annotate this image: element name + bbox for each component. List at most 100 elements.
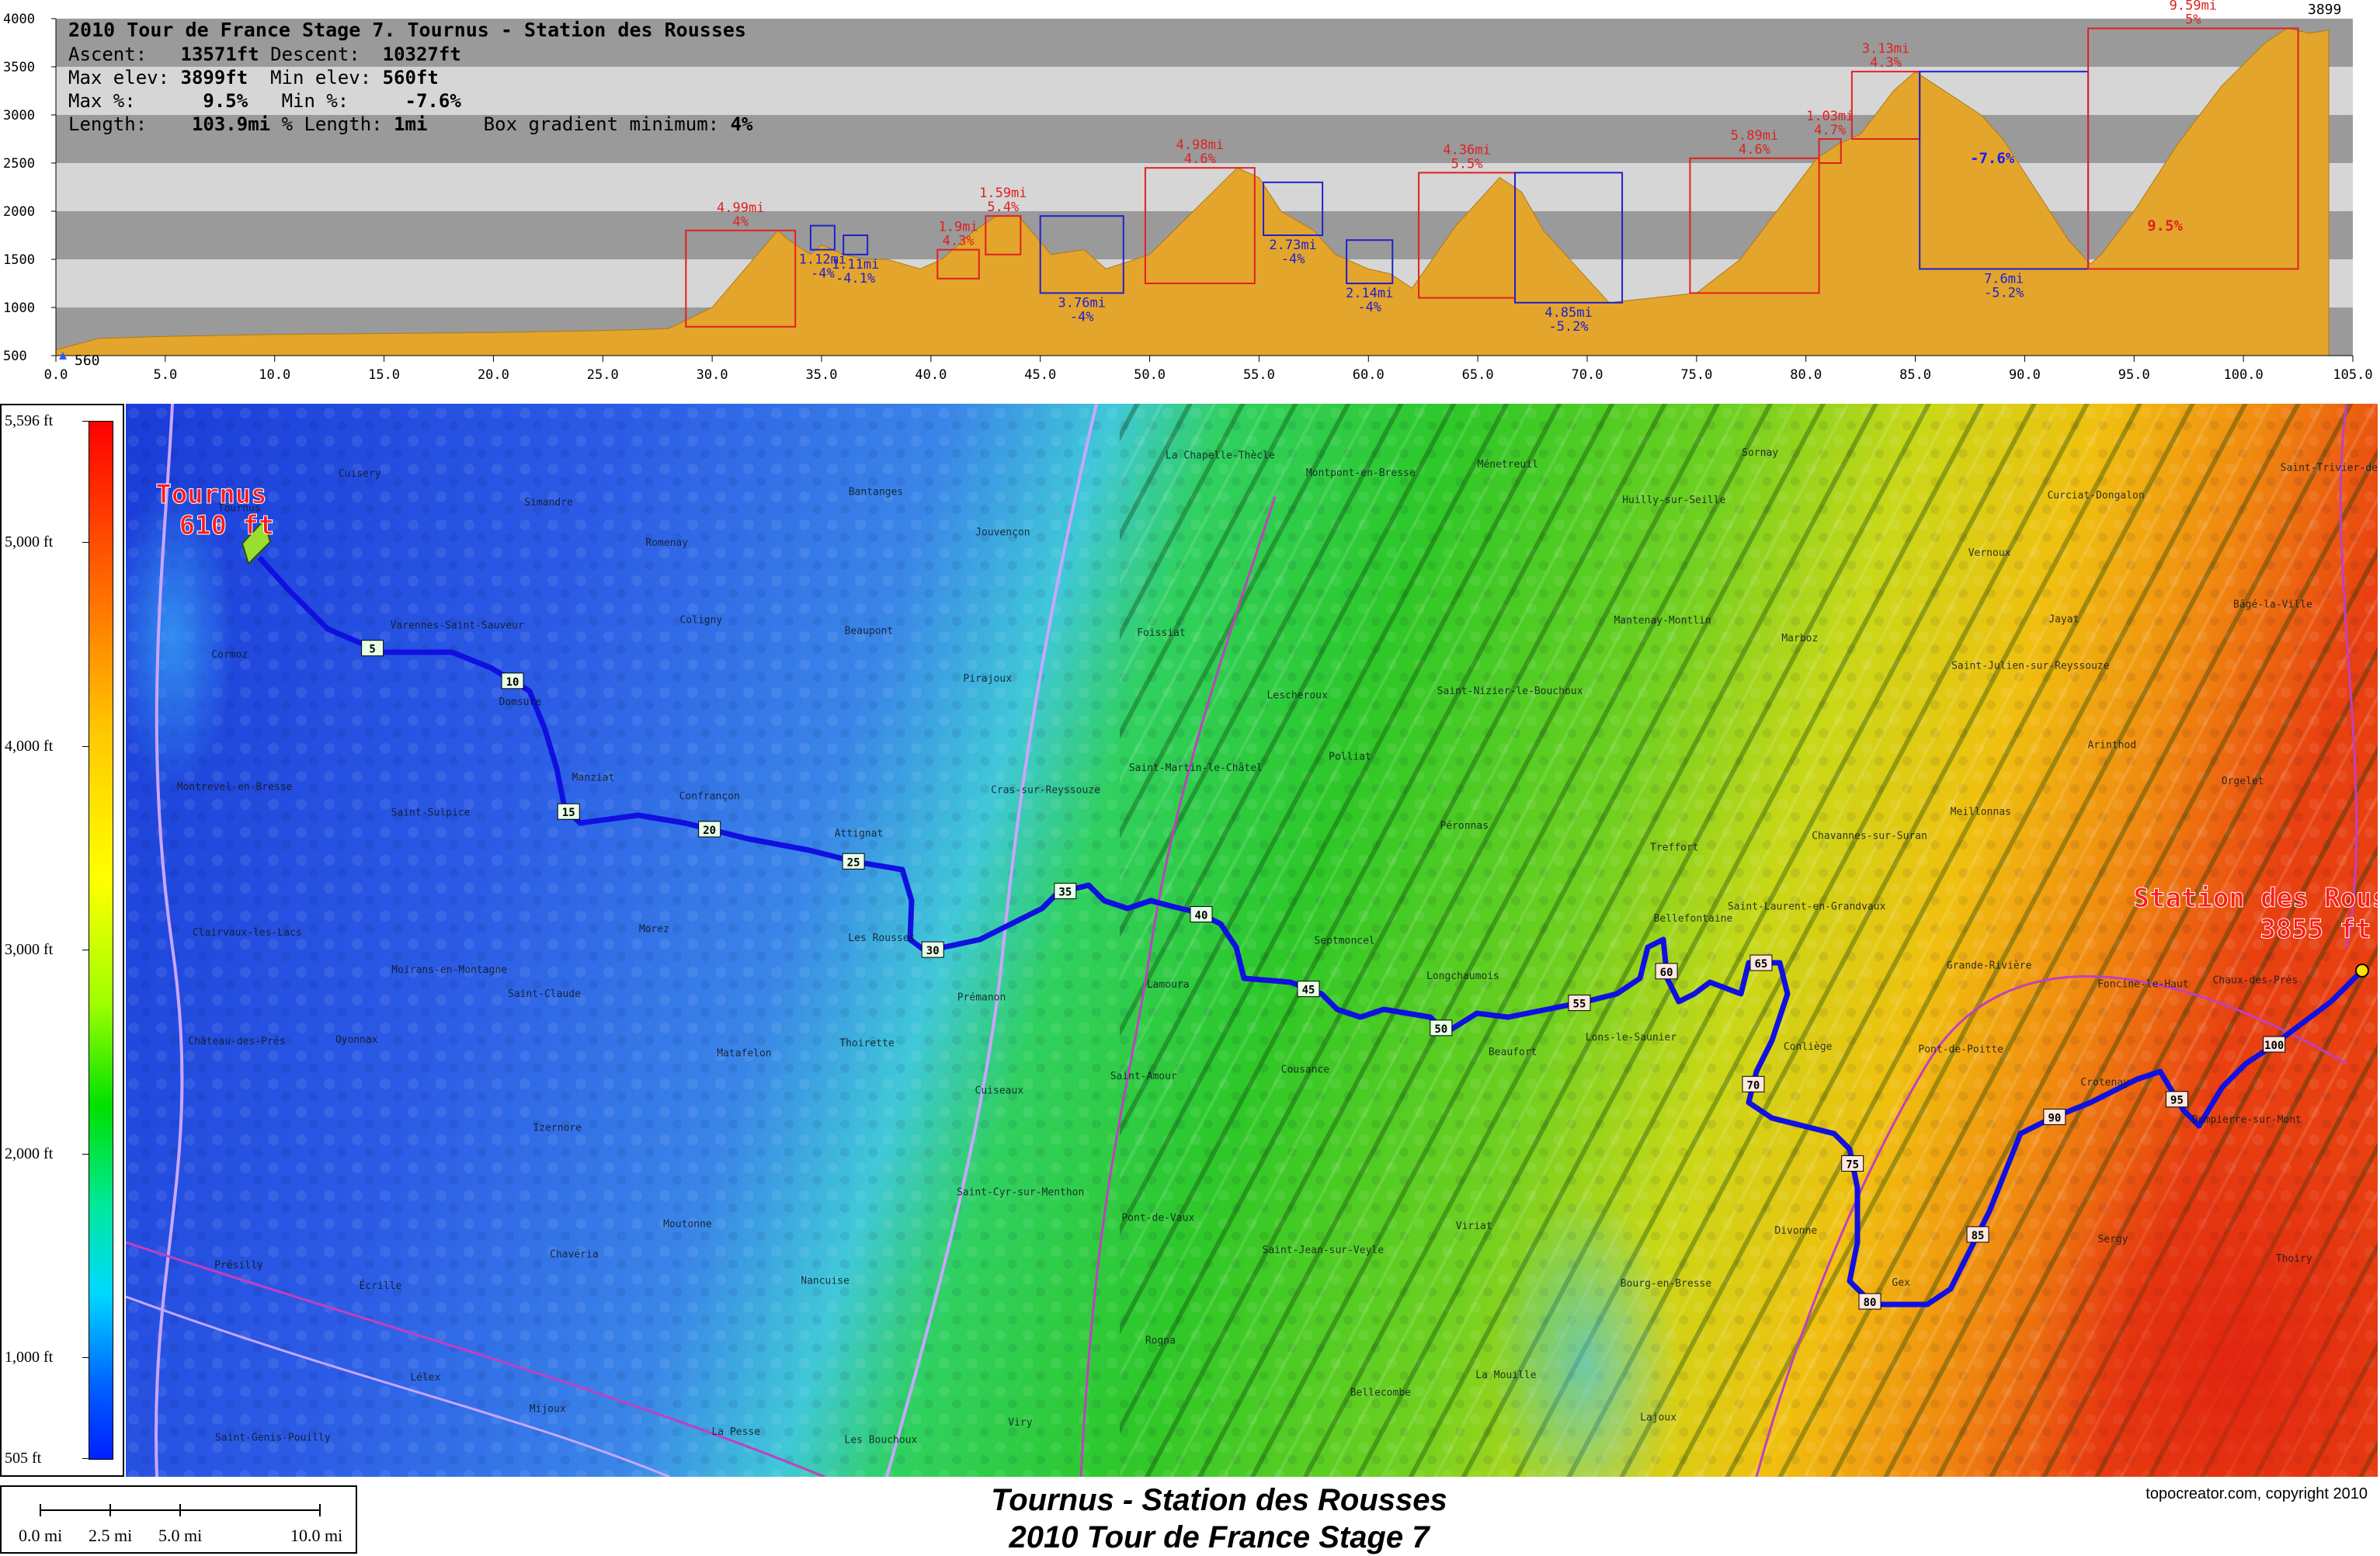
- legend-tick-label: 2,000 ft: [5, 1144, 54, 1162]
- x-tick-label: 85.0: [1899, 367, 1931, 383]
- finish-town-name: Station des Rousses: [2134, 883, 2378, 914]
- y-tick-label: 3000: [3, 108, 35, 123]
- place-name: Gex: [1892, 1277, 1910, 1289]
- place-name: Grande-Rivière: [1947, 960, 2032, 972]
- x-tick-label: 60.0: [1353, 367, 1385, 383]
- scale-label-0: 0.0 mi: [19, 1526, 63, 1545]
- place-name: Chavannes-sur-Suran: [1812, 830, 1927, 842]
- place-name: Simandre: [524, 497, 573, 509]
- mile-marker: 75: [1841, 1155, 1864, 1172]
- mile-marker: 25: [842, 853, 865, 870]
- place-name: Beaupont: [845, 625, 894, 637]
- place-name: Conliège: [1784, 1041, 1833, 1053]
- place-name: Rogna: [1145, 1335, 1176, 1347]
- place-name: La Mouille: [1475, 1370, 1536, 1381]
- x-tick-label: 50.0: [1134, 367, 1166, 383]
- mile-marker: 10: [501, 672, 524, 689]
- place-name: Saint-Amour: [1110, 1071, 1177, 1082]
- legend-color-bar: [89, 421, 113, 1460]
- place-name: Les Bouchoux: [844, 1435, 917, 1447]
- x-tick-label: 100.0: [2224, 367, 2264, 383]
- svg-text:50: 50: [1434, 1023, 1447, 1036]
- legend-tick-label: 505 ft: [5, 1450, 42, 1467]
- legend-tick: [82, 542, 89, 544]
- place-name: Prémanon: [957, 992, 1006, 1004]
- mile-marker: 15: [557, 803, 580, 820]
- max-elev-value: 3899ft: [180, 67, 248, 89]
- start-elevation-label: 560: [75, 353, 100, 369]
- place-name: Curciat-Dongalon: [2047, 490, 2144, 502]
- svg-text:70: 70: [1747, 1079, 1760, 1092]
- svg-text:35: 35: [1058, 887, 1072, 899]
- place-name: Romenay: [645, 537, 688, 549]
- place-name: Saint-Nizier-le-Bouchoux: [1437, 686, 1583, 697]
- place-name: Présilly: [214, 1259, 263, 1271]
- place-name: Septmoncel: [1314, 936, 1374, 947]
- profile-title: 2010 Tour de France Stage 7. Tournus - S…: [68, 19, 746, 41]
- place-name: Lons-le-Saunier: [1586, 1032, 1677, 1044]
- scale-label-1: 2.5 mi: [89, 1526, 133, 1545]
- stats-row-1: Ascent: 13571ft Descent: 10327ft: [68, 43, 461, 65]
- box-gradient-label: -4%: [1357, 300, 1381, 315]
- min-elev-value: 560ft: [382, 67, 439, 89]
- box-distance-label: 3.13mi: [1862, 41, 1909, 57]
- gradient-annotation: 9.5%: [2147, 217, 2183, 234]
- scale-label-2: 5.0 mi: [158, 1526, 203, 1545]
- legend-tick-label: 3,000 ft: [5, 941, 54, 959]
- place-name: Saint-Laurent-en-Grandvaux: [1728, 901, 1886, 913]
- svg-text:40: 40: [1195, 909, 1208, 922]
- place-name: Coligny: [679, 615, 722, 627]
- start-town-name: Tournus: [155, 479, 266, 510]
- place-name: Bâgé-la-Ville: [2233, 599, 2312, 611]
- mile-marker: 95: [2165, 1091, 2188, 1108]
- place-name: Thoirette: [839, 1037, 895, 1049]
- legend-tick: [82, 1153, 89, 1155]
- legend-tick: [82, 421, 89, 422]
- legend-tick-label: 5,596 ft: [5, 412, 54, 429]
- place-name: Beaufort: [1489, 1047, 1537, 1058]
- y-tick-label: 500: [3, 349, 27, 364]
- y-tick-label: 2500: [3, 156, 35, 172]
- stats-row-3: Max %: 9.5% Min %: -7.6%: [68, 90, 461, 112]
- x-tick-label: 10.0: [259, 367, 290, 383]
- box-min-value: 4%: [730, 113, 753, 135]
- box-distance-label: 4.85mi: [1544, 305, 1592, 321]
- terrain-map[interactable]: 5 10 15 20 25 30 35 40 45 50 55 60 65 70 75 80 85 90 95 100…: [126, 404, 2378, 1477]
- place-name: Ménetreuil: [1478, 459, 1538, 471]
- mile-marker: 85: [1966, 1226, 1989, 1243]
- legend-tick: [82, 1357, 89, 1359]
- mile-marker: 35: [1054, 883, 1077, 900]
- place-name: Les Rousses: [848, 933, 915, 944]
- place-name: Bantanges: [849, 487, 903, 498]
- box-gradient-label: 4.3%: [943, 234, 975, 249]
- map-title: Tournus - Station des Rousses 2010 Tour …: [808, 1481, 1631, 1556]
- place-name: Cormoz: [211, 649, 248, 661]
- place-name: Viry: [1008, 1417, 1032, 1429]
- x-tick-label: 105.0: [2333, 367, 2372, 383]
- place-name: Pont-de-Vaux: [1121, 1213, 1194, 1224]
- ascent-value: 13571ft: [180, 43, 259, 65]
- place-name: Saint-Sulpice: [391, 808, 471, 819]
- box-gradient-label: -5.2%: [1548, 319, 1588, 335]
- descent-value: 10327ft: [382, 43, 461, 65]
- y-tick-label: 1500: [3, 252, 35, 268]
- place-name: Jayat: [2048, 613, 2079, 625]
- place-name: Montpont-en-Bresse: [1306, 467, 1416, 479]
- svg-text:75: 75: [1846, 1158, 1859, 1171]
- box-distance-label: 1.03mi: [1806, 109, 1854, 124]
- box-gradient-label: -4.1%: [836, 271, 875, 287]
- place-name: Oyonnax: [335, 1034, 378, 1046]
- place-name: Saint-Julien-sur-Reyssouze: [1951, 660, 2110, 672]
- x-tick-label: 95.0: [2118, 367, 2150, 383]
- box-distance-label: 7.6mi: [1984, 271, 2024, 287]
- finish-marker: [2355, 964, 2369, 978]
- place-name: Lamoura: [1147, 979, 1190, 991]
- mile-marker: 55: [1568, 995, 1591, 1012]
- place-name: Montrevel-en-Bresse: [177, 782, 293, 794]
- place-name: Saint-Trivier-de-Courtes: [2281, 462, 2378, 474]
- x-tick-label: 75.0: [1680, 367, 1712, 383]
- place-name: Orgelet: [2222, 776, 2264, 787]
- svg-text:45: 45: [1302, 985, 1315, 997]
- place-name: Nancuise: [801, 1275, 850, 1287]
- box-distance-label: 1.11mi: [832, 257, 879, 273]
